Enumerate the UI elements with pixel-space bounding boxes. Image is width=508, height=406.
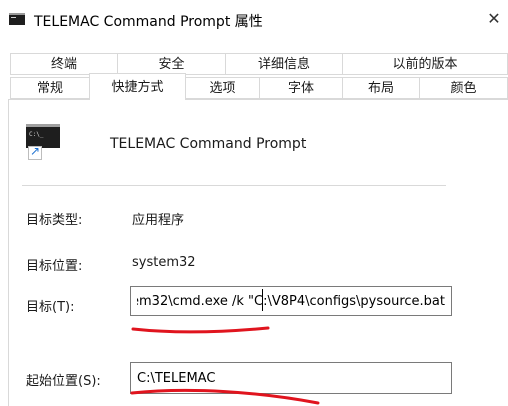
section-divider	[22, 185, 446, 186]
target-type-value: 应用程序	[132, 213, 185, 228]
tab-general[interactable]: 常规	[10, 77, 90, 99]
shortcut-name: TELEMAC Command Prompt	[110, 136, 307, 152]
tab-font[interactable]: 字体	[259, 77, 343, 99]
shortcut-arrow-icon	[28, 144, 42, 160]
target-type-label: 目标类型:	[26, 213, 83, 228]
target-location-label: 目标位置:	[26, 259, 83, 274]
tab-colors[interactable]: 颜色	[419, 77, 508, 99]
text-caret	[262, 289, 263, 311]
tab-security[interactable]: 安全	[117, 53, 226, 75]
tab-details[interactable]: 详细信息	[225, 53, 343, 75]
tab-options[interactable]: 选项	[185, 77, 260, 99]
start-in-input[interactable]	[131, 363, 451, 393]
start-in-field[interactable]	[130, 362, 452, 394]
tab-previous-versions[interactable]: 以前的版本	[342, 53, 508, 75]
target-field[interactable]	[130, 286, 452, 316]
title-bar: TELEMAC Command Prompt 属性 ✕	[0, 0, 508, 40]
icon-prompt-text: C:\_	[29, 131, 44, 138]
console-app-icon	[9, 13, 25, 25]
target-input[interactable]	[131, 287, 451, 315]
close-button[interactable]: ✕	[484, 9, 504, 29]
tab-layout[interactable]: 布局	[342, 77, 420, 99]
target-label: 目标(T):	[26, 300, 75, 315]
start-in-label: 起始位置(S):	[26, 374, 101, 389]
tab-terminal[interactable]: 终端	[10, 53, 118, 75]
tab-shortcut[interactable]: 快捷方式	[89, 73, 186, 100]
window-title: TELEMAC Command Prompt 属性	[34, 14, 263, 30]
target-location-value: system32	[132, 255, 196, 270]
console-shortcut-icon: C:\_	[26, 124, 62, 160]
